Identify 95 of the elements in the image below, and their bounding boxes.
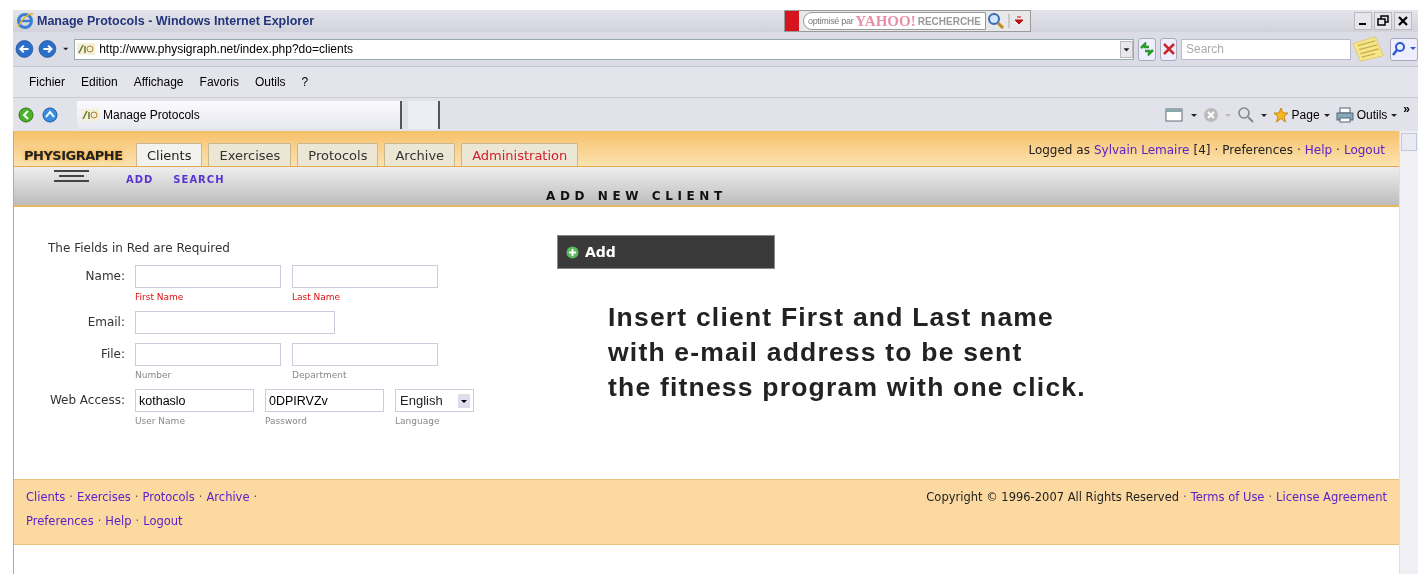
menu-item[interactable]: Favoris bbox=[191, 73, 247, 91]
logo-tagline-drawing bbox=[54, 170, 89, 183]
footer-link[interactable]: Protocols bbox=[142, 490, 195, 504]
separator-dot: · bbox=[97, 514, 102, 528]
text-field[interactable] bbox=[135, 343, 281, 366]
page-menu-button[interactable]: Page bbox=[1272, 106, 1331, 123]
minimize-icon[interactable] bbox=[1354, 12, 1372, 30]
subnav-link[interactable]: SEARCH bbox=[173, 174, 225, 205]
toolbar-brand: YAHOO! bbox=[855, 14, 916, 28]
field-label: Email: bbox=[86, 314, 125, 329]
nav-tab[interactable]: Archive bbox=[384, 143, 456, 166]
text-field[interactable]: 0DPIRVZv bbox=[265, 389, 384, 412]
separator-dot: · bbox=[69, 490, 73, 504]
nav-tab[interactable]: Clients bbox=[136, 143, 203, 166]
browser-logo-icon bbox=[16, 12, 34, 30]
browser-tab[interactable]: Manage Protocols bbox=[77, 100, 402, 129]
menu-item[interactable]: Fichier bbox=[21, 73, 73, 91]
footer-link[interactable]: Archive bbox=[206, 490, 250, 504]
field-hint: Language bbox=[395, 416, 441, 426]
field-hint: Number bbox=[135, 370, 173, 380]
refresh-icon bbox=[1139, 42, 1156, 56]
search-icon[interactable] bbox=[986, 12, 1006, 30]
field-hint: Department bbox=[292, 370, 348, 380]
caret-icon bbox=[458, 393, 470, 408]
overflow-chevron[interactable]: » bbox=[1403, 101, 1410, 116]
field-label: Web Access: bbox=[48, 392, 125, 407]
address-field[interactable]: http://www.physigraph.net/index.php?do=clients bbox=[74, 38, 1135, 60]
nav-tab[interactable]: Administration bbox=[461, 143, 579, 166]
footer-link[interactable]: Help bbox=[105, 514, 132, 528]
text-field[interactable] bbox=[292, 265, 438, 288]
restore-icon[interactable] bbox=[1374, 12, 1392, 30]
site-favicon-icon bbox=[77, 42, 96, 56]
footer-link[interactable]: License Agreement bbox=[1276, 490, 1387, 504]
star-icon bbox=[1272, 106, 1289, 123]
nav-text[interactable]: Preferences bbox=[1222, 143, 1293, 157]
footer-link[interactable]: Terms of Use bbox=[1190, 490, 1265, 504]
required-note: The Fields in Red are Required bbox=[48, 241, 231, 255]
refresh-button[interactable] bbox=[1138, 37, 1157, 61]
field-label: Name: bbox=[84, 268, 125, 283]
field-label: File: bbox=[99, 346, 125, 361]
subnav-link[interactable]: ADD bbox=[126, 174, 154, 205]
toolbar-grip[interactable] bbox=[784, 11, 799, 31]
language-dropdown[interactable]: English bbox=[395, 389, 474, 412]
nav-link[interactable]: Help bbox=[1304, 143, 1333, 157]
separator-dot: · bbox=[1183, 490, 1187, 504]
separator-dot: · bbox=[253, 490, 258, 504]
footer-link[interactable]: Preferences bbox=[26, 514, 94, 528]
field-hint: Last Name bbox=[292, 292, 342, 302]
nav-link[interactable]: Logout bbox=[1343, 143, 1385, 157]
close-icon bbox=[1161, 42, 1176, 56]
menu-item[interactable]: Affichage bbox=[125, 73, 192, 91]
add-button[interactable]: Add bbox=[557, 235, 775, 269]
separator-dot: · bbox=[1268, 490, 1273, 504]
menu-item[interactable]: Edition bbox=[73, 73, 126, 91]
separator-dot: · bbox=[135, 514, 140, 528]
text-field[interactable]: kothaslo bbox=[135, 389, 254, 412]
section-title: ADD NEW CLIENT bbox=[546, 189, 727, 203]
site-logo: PHYSIGRAPHE bbox=[24, 148, 124, 163]
menu-item[interactable]: ? bbox=[293, 73, 317, 91]
search-icon bbox=[1391, 41, 1417, 57]
footer-link[interactable]: Logout bbox=[143, 514, 183, 528]
footer-link[interactable]: Exercises bbox=[76, 490, 131, 504]
login-count: [4] bbox=[1193, 143, 1211, 157]
toolbar-caption: RECHERCHE bbox=[917, 15, 981, 27]
login-text: Logged as bbox=[1028, 143, 1090, 157]
separator-dot: · bbox=[1296, 143, 1301, 157]
separator-dot: · bbox=[198, 490, 203, 504]
field-hint: Password bbox=[265, 416, 309, 426]
scrollbar[interactable] bbox=[1399, 131, 1418, 574]
separator-dot: · bbox=[134, 490, 139, 504]
search-toolbar[interactable]: optimisé parYAHOO!RECHERCHE bbox=[783, 10, 1031, 32]
printer-icon bbox=[1335, 106, 1354, 123]
separator-dot: · bbox=[1336, 143, 1340, 157]
close-icon[interactable] bbox=[1394, 12, 1412, 30]
menu-item[interactable]: Outils bbox=[246, 73, 294, 91]
nav-tab[interactable]: Exercises bbox=[208, 143, 292, 166]
nav-tab[interactable]: Protocols bbox=[297, 143, 379, 166]
tools-menu-button[interactable]: Outils bbox=[1335, 106, 1399, 123]
search-button[interactable] bbox=[1390, 37, 1418, 61]
new-tab-button[interactable] bbox=[408, 100, 440, 129]
user-link[interactable]: Sylvain Lemaire bbox=[1093, 143, 1190, 157]
text-field[interactable] bbox=[135, 311, 335, 334]
text-field[interactable] bbox=[292, 343, 438, 366]
field-hint: First Name bbox=[135, 292, 185, 302]
toolbar-caption: optimisé par bbox=[807, 16, 854, 26]
plus-icon bbox=[566, 245, 579, 259]
window-title: Manage Protocols - Windows Internet Explorer bbox=[37, 14, 314, 28]
separator-dot: · bbox=[1214, 143, 1219, 157]
site-favicon-icon bbox=[81, 107, 99, 122]
text-field[interactable] bbox=[135, 265, 281, 288]
stop-button[interactable] bbox=[1160, 37, 1177, 61]
field-hint: User Name bbox=[135, 416, 186, 426]
copyright-text: Copyright © 1996-2007 All Rights Reserved bbox=[926, 490, 1180, 504]
footer-link[interactable]: Clients bbox=[26, 490, 66, 504]
promo-text: Insert client First and Last name with e-mail address to be sent the fitness program with one click. bbox=[608, 301, 1086, 404]
